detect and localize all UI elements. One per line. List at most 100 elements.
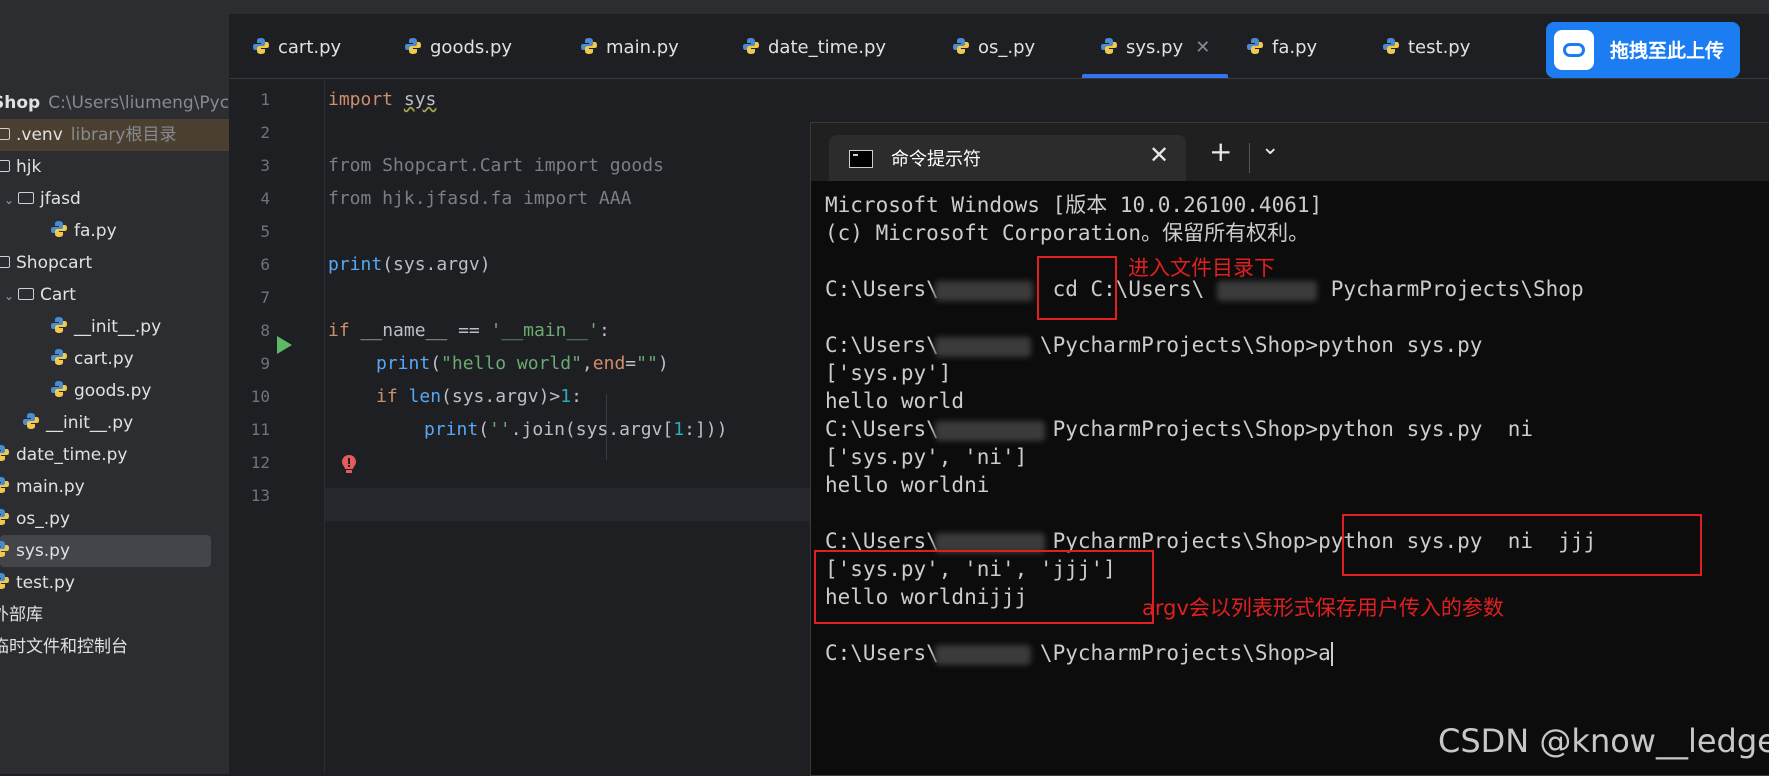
project-tree: Shop C:\Users\liumeng\Pyc .venv library根目录…: [0, 14, 230, 774]
watermark: CSDN @know__ledge: [1438, 722, 1769, 760]
tree-item-venv[interactable]: .venv library根目录: [0, 119, 229, 151]
tree-item-label: jfasd: [40, 189, 81, 209]
python-file-icon: [51, 381, 67, 397]
code-text: (: [478, 419, 490, 440]
python-file-icon: [743, 38, 759, 54]
tree-root-shop[interactable]: Shop C:\Users\liumeng\Pyc: [0, 87, 229, 119]
annotation-box-command: [1342, 514, 1702, 576]
tree-item-test-py[interactable]: test.py: [0, 567, 75, 599]
divider: [1249, 143, 1250, 173]
run-icon[interactable]: [277, 336, 292, 354]
tab-label: test.py: [1408, 37, 1471, 58]
tab-test-py[interactable]: test.py: [1382, 14, 1470, 78]
keyword: import: [328, 89, 394, 110]
tab-label: date_time.py: [768, 37, 887, 58]
tree-item-hjk[interactable]: hjk: [0, 151, 41, 183]
tree-item-label: os_.py: [16, 509, 71, 529]
drag-upload-button[interactable]: 拖拽至此上传: [1546, 22, 1740, 78]
tab-os-py[interactable]: os_.py: [952, 14, 1035, 78]
tree-item-fa-py[interactable]: fa.py: [50, 215, 117, 247]
tree-item-goods-py[interactable]: goods.py: [50, 375, 152, 407]
new-tab-plus-icon[interactable]: +: [1209, 135, 1232, 168]
tree-item-os-py[interactable]: os_.py: [0, 503, 70, 535]
terminal-line: ['sys.py', 'ni']: [825, 445, 1028, 469]
code-text: :])): [684, 419, 728, 440]
tree-item-label: fa.py: [74, 221, 117, 241]
tab-cart-py[interactable]: cart.py: [252, 14, 341, 78]
tree-item-cart-py[interactable]: cart.py: [50, 343, 134, 375]
tab-sys-py[interactable]: sys.py ✕: [1081, 14, 1229, 78]
tree-item-note: library根目录: [70, 125, 177, 145]
line-number: 10: [250, 387, 270, 406]
function-name: len: [408, 386, 442, 407]
tab-main-py[interactable]: main.py: [580, 14, 679, 78]
chevron-down-icon[interactable]: ⌄: [4, 280, 18, 312]
tree-item-label: sys.py: [16, 541, 71, 561]
redaction-blur: [935, 421, 1045, 441]
tree-item-init-py-2[interactable]: __init__.py: [22, 407, 133, 439]
chevron-down-icon[interactable]: ⌄: [4, 184, 18, 216]
python-file-icon: [51, 317, 67, 333]
terminal-line: (c) Microsoft Corporation。保留所有权利。: [825, 221, 1310, 245]
tab-date-time-py[interactable]: date_time.py: [742, 14, 886, 78]
tree-root-path: C:\Users\liumeng\Pyc: [48, 93, 230, 113]
code-text: :: [598, 320, 610, 341]
code-text: (: [430, 353, 442, 374]
tree-item-label: Shopcart: [16, 253, 93, 273]
string-literal: "hello world": [441, 353, 582, 374]
window-top-bar: [0, 0, 1769, 14]
tab-label: sys.py: [1126, 37, 1184, 58]
tree-item-label: __init__.py: [74, 317, 162, 337]
code-text: .join(sys.argv[: [510, 419, 674, 440]
cmd-icon: [849, 150, 873, 168]
editor-tab-bar: cart.py goods.py main.py date_time.py os…: [230, 14, 1769, 79]
tree-item-shopcart[interactable]: Shopcart: [0, 247, 92, 279]
tree-item-label: goods.py: [74, 381, 152, 401]
tab-goods-py[interactable]: goods.py: [404, 14, 512, 78]
number-literal: 1: [673, 419, 685, 440]
code-text: ,: [581, 353, 593, 374]
python-file-icon: [405, 38, 421, 54]
tree-item-scratches[interactable]: 临时文件和控制台: [0, 631, 128, 663]
terminal-line: hello world: [825, 389, 965, 413]
folder-icon: [0, 256, 10, 268]
code-line-3: from Shopcart.Cart import goods: [328, 155, 664, 176]
close-icon[interactable]: ✕: [1149, 141, 1169, 169]
terminal-line: hello worldni: [825, 473, 990, 497]
terminal-line: ['sys.py']: [825, 361, 952, 385]
tab-fa-py[interactable]: fa.py: [1246, 14, 1317, 78]
folder-icon: [0, 128, 10, 140]
chevron-down-icon[interactable]: ⌄: [1261, 135, 1279, 160]
close-icon[interactable]: ✕: [1195, 37, 1210, 58]
lightbulb-error-icon[interactable]: [340, 454, 358, 476]
tree-item-label: hjk: [16, 157, 42, 177]
tree-item-date-time-py[interactable]: date_time.py: [0, 439, 128, 471]
line-number: 8: [260, 321, 270, 340]
tree-root-label: Shop: [0, 93, 41, 113]
tree-item-jfasd[interactable]: ⌄ jfasd: [4, 183, 81, 215]
tab-label: goods.py: [430, 37, 513, 58]
tree-item-external-libraries[interactable]: 外部库: [0, 599, 43, 631]
terminal-title-bar: 命令提示符 ✕ + ⌄: [811, 123, 1769, 181]
redaction-blur: [935, 337, 1031, 357]
folder-icon: [0, 160, 10, 172]
tab-label: cart.py: [278, 37, 342, 58]
code-line-1: import sys: [328, 83, 436, 116]
annotation-cd-note: 进入文件目录下: [1128, 256, 1275, 280]
cmd-terminal-window[interactable]: 命令提示符 ✕ + ⌄ Microsoft Windows [版本 10.0.2…: [810, 122, 1769, 776]
tree-item-sys-py[interactable]: sys.py: [0, 535, 211, 567]
line-number: 4: [260, 189, 270, 208]
tree-item-label: __init__.py: [46, 413, 134, 433]
tree-item-main-py[interactable]: main.py: [0, 471, 85, 503]
function-name: print: [328, 254, 383, 275]
tree-item-label: .venv: [16, 125, 63, 145]
tree-item-label: Cart: [40, 285, 76, 305]
tree-item-cart-folder[interactable]: ⌄ Cart: [4, 279, 76, 311]
terminal-tab[interactable]: 命令提示符 ✕: [829, 135, 1186, 181]
tab-label: os_.py: [978, 37, 1036, 58]
tree-item-init-py[interactable]: __init__.py: [50, 311, 161, 343]
code-line-10: if len(sys.argv)>1:: [376, 380, 582, 413]
python-file-icon: [0, 541, 9, 557]
code-text: (sys.argv): [382, 254, 491, 275]
redaction-blur: [935, 281, 1033, 301]
